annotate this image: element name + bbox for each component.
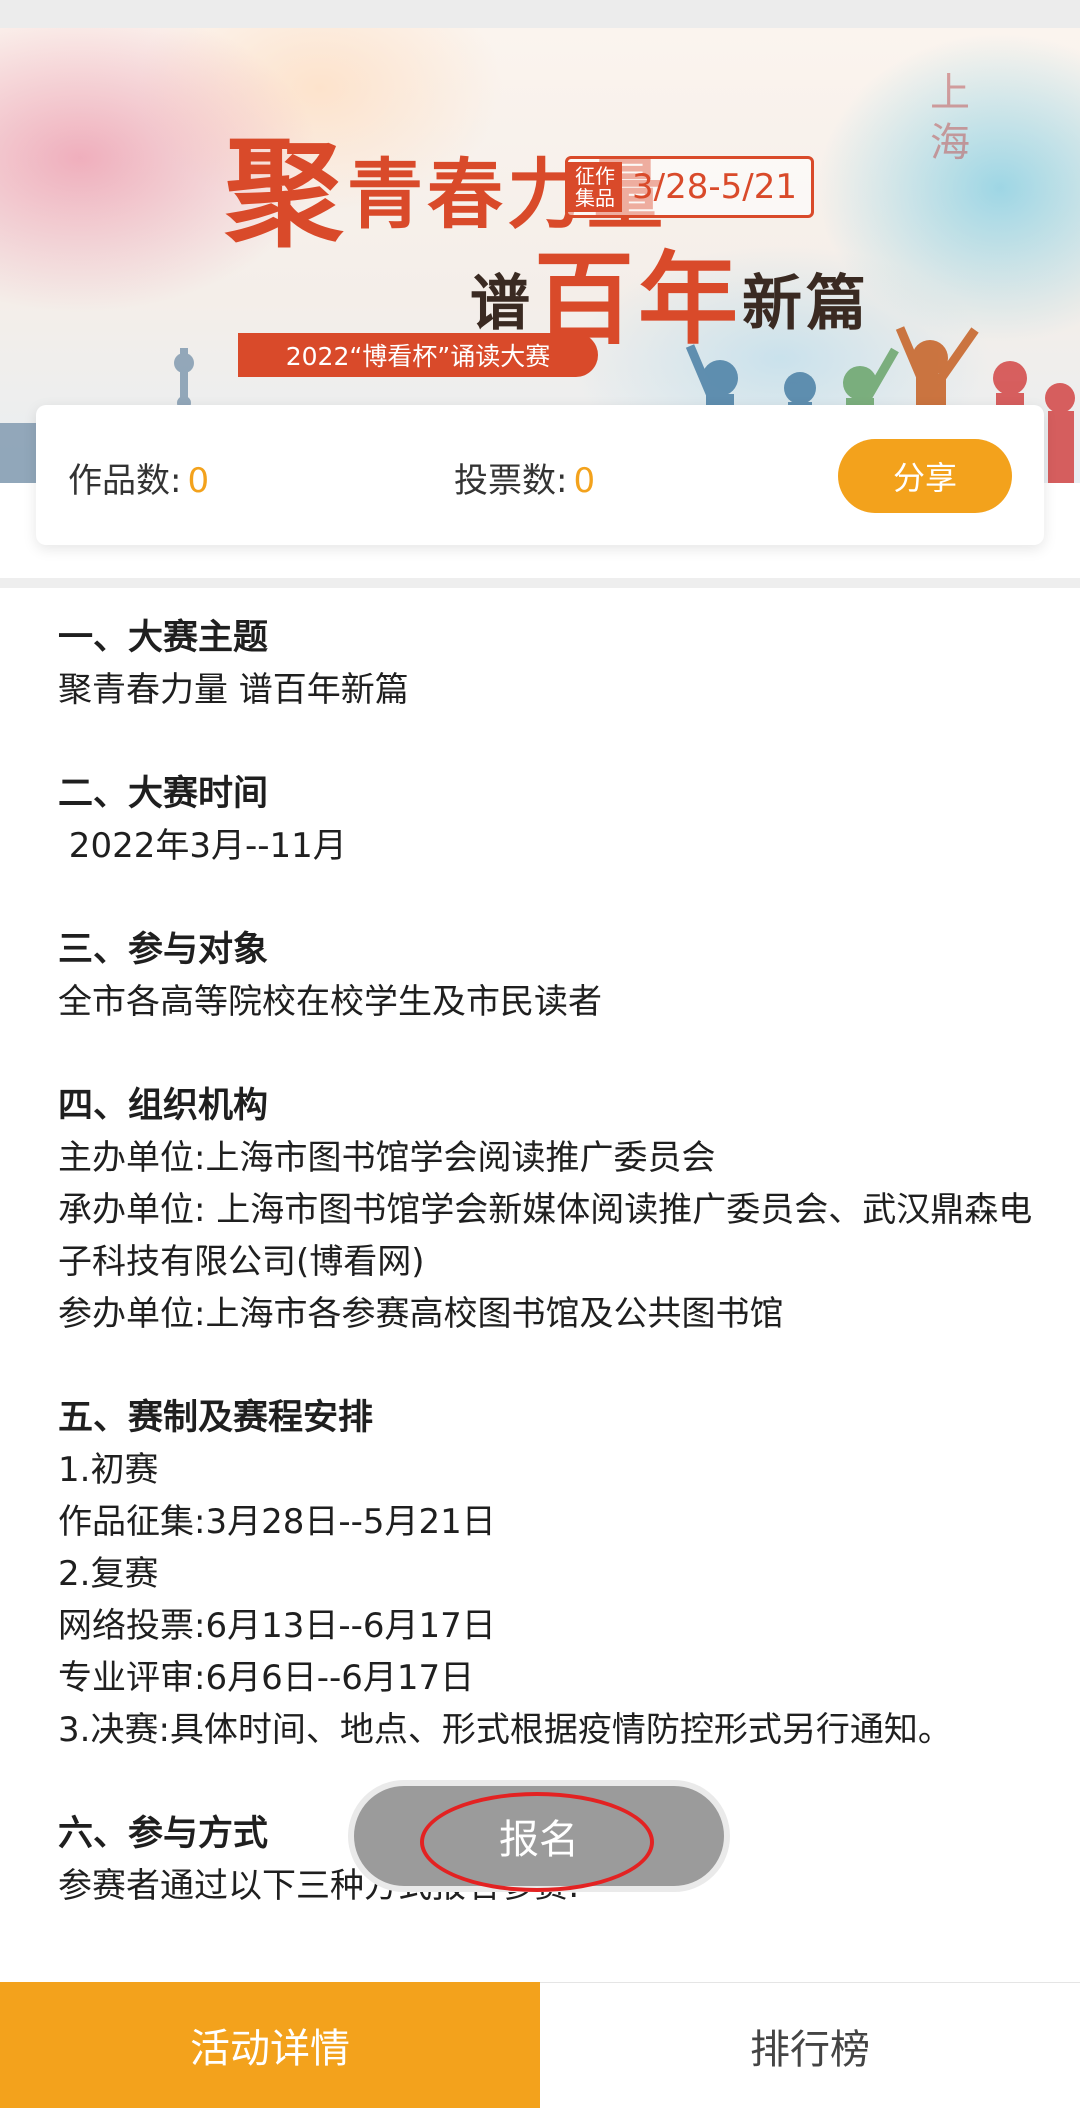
banner-title2-rest: 新篇 (742, 269, 870, 339)
date-tag: 征作集品 (568, 162, 622, 212)
votes-count: 投票数: 0 (454, 453, 595, 502)
section-text: 2.复赛 (58, 1554, 159, 1594)
works-value: 0 (187, 461, 210, 501)
bottom-tab-bar: 活动详情 排行榜 (0, 1982, 1080, 2108)
votes-label: 投票数: (454, 461, 568, 501)
section-heading: 一、大赛主题 (58, 618, 269, 658)
section-text: 2022年3月--11月 (58, 826, 347, 866)
section-text: 作品征集:3月28日--5月21日 (58, 1502, 496, 1542)
works-label: 作品数: (68, 461, 182, 501)
section-time: 二、大赛时间 2022年3月--11月 (58, 768, 1033, 872)
section-organizers: 四、组织机构 主办单位:上海市图书馆学会阅读推广委员会 承办单位: 上海市图书馆… (58, 1080, 1033, 1340)
section-text: 1.初赛 (58, 1450, 159, 1490)
top-status-strip (0, 0, 1080, 28)
votes-value: 0 (573, 461, 596, 501)
tab-ranking[interactable]: 排行榜 (540, 1982, 1080, 2108)
tab-details[interactable]: 活动详情 (0, 1982, 540, 2108)
section-text: 聚青春力量 谱百年新篇 (58, 670, 409, 710)
event-details: 一、大赛主题 聚青春力量 谱百年新篇 二、大赛时间 2022年3月--11月 三… (58, 612, 1033, 1952)
section-text: 网络投票:6月13日--6月17日 (58, 1606, 496, 1646)
stats-card: 作品数: 0 投票数: 0 分享 (36, 405, 1044, 545)
section-heading: 三、参与对象 (58, 930, 269, 970)
section-divider (0, 578, 1080, 588)
banner-title-first-char: 聚 (225, 124, 348, 263)
date-range: 3/28-5/21 (632, 167, 797, 207)
section-text: 主办单位:上海市图书馆学会阅读推广委员会 (58, 1138, 716, 1178)
section-schedule: 五、赛制及赛程安排 1.初赛 作品征集:3月28日--5月21日 2.复赛 网络… (58, 1392, 1033, 1756)
section-text: 全市各高等院校在校学生及市民读者 (58, 982, 602, 1022)
register-button[interactable]: 报名 (348, 1780, 730, 1892)
banner-title2-first: 谱 (470, 269, 534, 339)
date-badge: 征作集品 3/28-5/21 (565, 156, 814, 218)
section-text: 承办单位: 上海市图书馆学会新媒体阅读推广委员会、武汉鼎森电子科技有限公司(博看… (58, 1190, 1033, 1282)
section-text: 专业评审:6月6日--6月17日 (58, 1658, 475, 1698)
section-heading: 五、赛制及赛程安排 (58, 1398, 374, 1438)
banner-corner-text: 上海 (930, 70, 970, 166)
section-heading: 四、组织机构 (58, 1086, 269, 1126)
section-theme: 一、大赛主题 聚青春力量 谱百年新篇 (58, 612, 1033, 716)
banner-subtitle: 2022“博看杯”诵读大赛 (238, 333, 598, 377)
section-participants: 三、参与对象 全市各高等院校在校学生及市民读者 (58, 924, 1033, 1028)
share-button[interactable]: 分享 (838, 439, 1012, 513)
works-count: 作品数: 0 (68, 453, 209, 502)
section-text: 3.决赛:具体时间、地点、形式根据疫情防控形式另行通知。 (58, 1710, 952, 1750)
section-heading: 二、大赛时间 (58, 774, 269, 814)
section-text: 参办单位:上海市各参赛高校图书馆及公共图书馆 (58, 1294, 784, 1334)
